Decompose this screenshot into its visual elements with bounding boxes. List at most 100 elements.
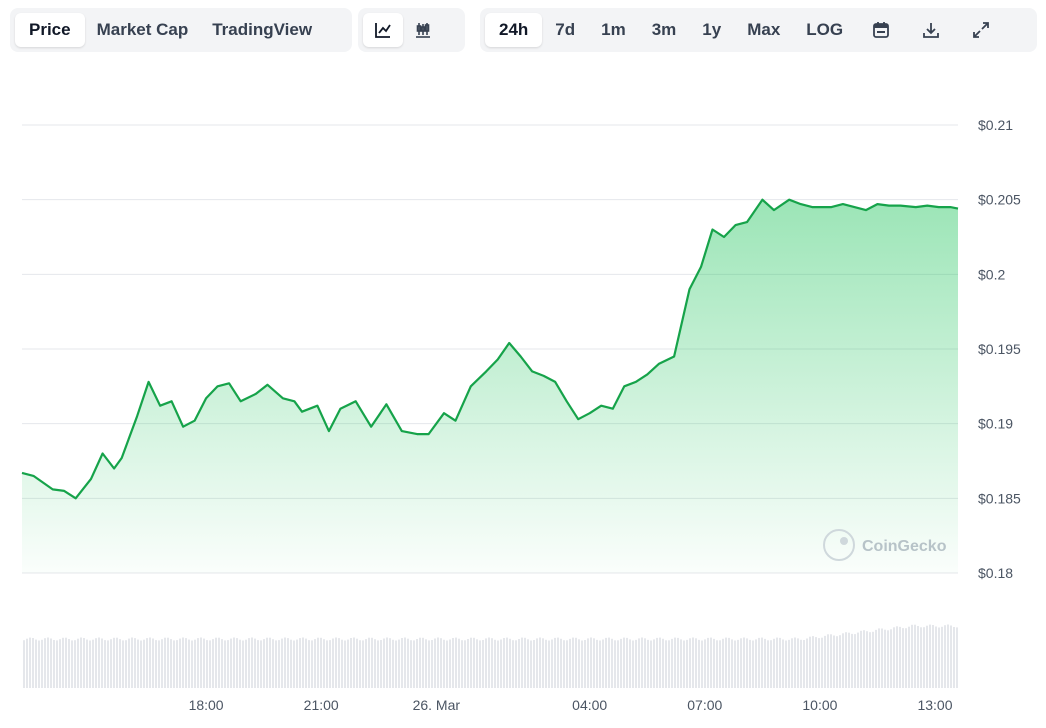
volume-bar (368, 637, 370, 688)
volume-bar (860, 630, 862, 688)
volume-bar (830, 634, 832, 688)
volume-bar (665, 640, 667, 688)
volume-bar (902, 628, 904, 688)
volume-bar (623, 637, 625, 688)
volume-bar (44, 638, 46, 688)
y-tick-label: $0.18 (978, 565, 1013, 581)
volume-bar (659, 637, 661, 688)
volume-bar (536, 638, 538, 688)
volume-bar (779, 637, 781, 688)
volume-bar (212, 639, 214, 688)
volume-bar (521, 637, 523, 688)
volume-bar (869, 632, 871, 688)
volume-bar (227, 640, 229, 688)
volume-bar (500, 639, 502, 688)
volume-bar (356, 638, 358, 688)
volume-bar (812, 636, 814, 688)
volume-bar (284, 637, 286, 688)
volume-bar (854, 634, 856, 688)
volume-bar (407, 638, 409, 688)
volume-bar (56, 640, 58, 688)
volume-bar (566, 640, 568, 688)
volume-bar (602, 639, 604, 688)
y-tick-label: $0.185 (978, 490, 1021, 506)
volume-bar (77, 638, 79, 688)
volume-bar (515, 640, 517, 688)
volume-bar (185, 638, 187, 688)
volume-bar (476, 639, 478, 688)
volume-bar (425, 639, 427, 688)
volume-bar (170, 639, 172, 688)
volume-bar (755, 639, 757, 688)
volume-bar (914, 624, 916, 688)
volume-bar (176, 640, 178, 688)
volume-bar (719, 640, 721, 688)
volume-bar (101, 638, 103, 688)
volume-bar (560, 638, 562, 688)
volume-bar (686, 639, 688, 688)
y-tick-label: $0.2 (978, 266, 1005, 282)
x-tick-label: 10:00 (802, 697, 837, 713)
volume-bar (386, 637, 388, 688)
volume-bar (896, 626, 898, 688)
volume-bar (620, 638, 622, 688)
volume-bar (320, 637, 322, 688)
volume-bar (722, 638, 724, 688)
volume-bar (554, 637, 556, 688)
volume-bar (533, 640, 535, 688)
x-tick-label: 18:00 (189, 697, 224, 713)
volume-bar (149, 637, 151, 688)
volume-bar (746, 638, 748, 688)
volume-bar (506, 637, 508, 688)
volume-bar (728, 637, 730, 688)
volume-bar (926, 625, 928, 688)
volume-bar (626, 637, 628, 688)
volume-bar (677, 637, 679, 688)
volume-bar (800, 639, 802, 688)
volume-bar (671, 638, 673, 688)
volume-bar (767, 640, 769, 688)
volume-bar (392, 639, 394, 688)
volume-bar (680, 639, 682, 688)
volume-bar (311, 640, 313, 688)
volume-bar (806, 638, 808, 688)
volume-bar (140, 640, 142, 688)
volume-bar (923, 627, 925, 688)
volume-bar (629, 639, 631, 688)
volume-bar (668, 640, 670, 688)
volume-bar (389, 638, 391, 688)
y-tick-label: $0.205 (978, 192, 1021, 208)
volume-bar (836, 636, 838, 688)
y-tick-label: $0.21 (978, 117, 1013, 133)
volume-bar (53, 640, 55, 688)
volume-bar (788, 639, 790, 688)
volume-bar (479, 640, 481, 688)
volume-bar (827, 634, 829, 688)
volume-bar (230, 638, 232, 688)
volume-bar (737, 639, 739, 688)
volume-bar (713, 638, 715, 688)
volume-bar (611, 638, 613, 688)
volume-bar (872, 631, 874, 688)
volume-bar (164, 637, 166, 688)
volume-bar (194, 639, 196, 688)
volume-bar (656, 637, 658, 688)
volume-bar (920, 627, 922, 688)
volume-bar (23, 640, 25, 688)
volume-bar (302, 637, 304, 688)
volume-bar (572, 637, 574, 688)
volume-bar (638, 638, 640, 688)
volume-bar (803, 640, 805, 688)
volume-bar (530, 640, 532, 688)
volume-bar (248, 638, 250, 688)
volume-bar (299, 638, 301, 688)
volume-bar (92, 639, 94, 688)
volume-bar (557, 637, 559, 688)
volume-bar (887, 630, 889, 688)
volume-bar (785, 640, 787, 688)
volume-bar (374, 639, 376, 688)
volume-bar (464, 640, 466, 688)
volume-bar (191, 640, 193, 688)
price-area-fill (22, 199, 958, 573)
volume-bar (251, 637, 253, 688)
